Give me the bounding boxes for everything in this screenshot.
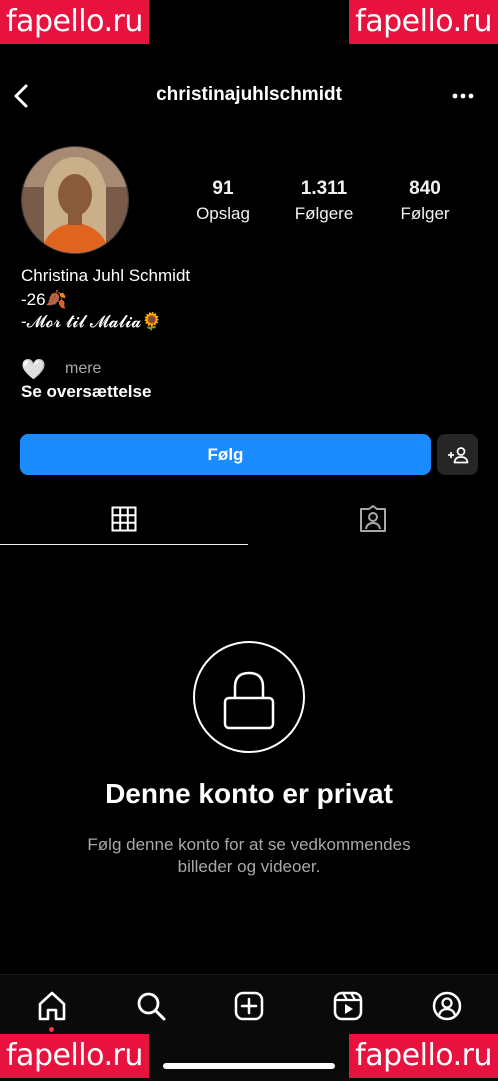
stat-following-label: Følger — [400, 204, 450, 223]
add-person-icon — [447, 446, 468, 463]
profile-icon[interactable] — [431, 990, 463, 1022]
more-link[interactable]: mere — [65, 360, 101, 378]
lock-icon — [223, 671, 275, 730]
lock-circle — [193, 641, 305, 753]
stat-followers[interactable]: 1.311 Følgere — [279, 178, 369, 224]
grid-icon[interactable] — [111, 506, 137, 532]
tagged-icon[interactable] — [359, 505, 387, 533]
follow-button[interactable]: Følg — [20, 434, 431, 475]
more-horizontal-icon[interactable] — [450, 84, 476, 108]
full-name: Christina Juhl Schmidt — [21, 266, 191, 285]
private-desc-line-2: billeder og videoer. — [177, 857, 321, 876]
stat-followers-label: Følgere — [294, 204, 354, 223]
profile-photo — [22, 147, 128, 253]
stat-followers-value: 1.311 — [300, 178, 348, 199]
create-icon[interactable] — [233, 990, 265, 1022]
heart-icon: 🤍 — [21, 359, 46, 381]
stat-posts-label: Opslag — [196, 204, 250, 223]
home-icon[interactable] — [36, 990, 68, 1022]
reels-icon[interactable] — [332, 990, 364, 1022]
notification-dot — [49, 1027, 54, 1032]
watermark-bottom-left: fapello.ru — [0, 1034, 149, 1078]
watermark-top-left: fapello.ru — [0, 0, 149, 44]
suggest-people-button[interactable] — [437, 434, 478, 475]
private-description: Følg denne konto for at se vedkommendes … — [0, 834, 498, 878]
private-title: Denne konto er privat — [105, 778, 393, 809]
watermark-bottom-right: fapello.ru — [349, 1034, 498, 1078]
watermark-top-right: fapello.ru — [349, 0, 498, 44]
search-icon[interactable] — [135, 990, 167, 1022]
private-desc-line-1: Følg denne konto for at se vedkommendes — [87, 835, 411, 854]
username-title: christinajuhlschmidt — [156, 84, 342, 105]
stat-posts-value: 91 — [212, 178, 234, 199]
see-translation-link[interactable]: Se oversættelse — [21, 382, 151, 402]
bio-line-1: -26🍂 — [21, 290, 67, 309]
stat-following[interactable]: 840 Følger — [380, 178, 470, 224]
active-tab-indicator — [0, 544, 248, 545]
avatar[interactable] — [21, 146, 129, 254]
home-indicator[interactable] — [163, 1063, 335, 1069]
bio-line-2: -𝓜𝓸𝓻 𝓽𝓲𝓵 𝓜𝓪𝓵𝓲𝓪🌻 — [21, 312, 163, 331]
stat-following-value: 840 — [409, 178, 441, 199]
stat-posts[interactable]: 91 Opslag — [178, 178, 268, 224]
